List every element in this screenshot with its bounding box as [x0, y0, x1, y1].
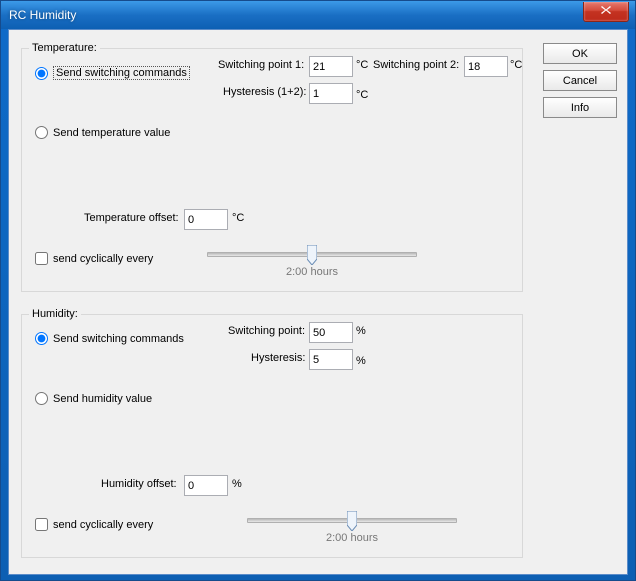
hum-sp-unit: %	[356, 325, 366, 337]
hum-cyclic-slider[interactable]: 2:00 hours	[247, 510, 457, 523]
hum-hyst-label: Hysteresis:	[251, 352, 305, 364]
hum-sp-input[interactable]	[309, 322, 353, 343]
temp-sp1-unit: °C	[356, 59, 368, 71]
temp-slider-value: 2:00 hours	[207, 266, 417, 278]
temp-sp1-input[interactable]	[309, 56, 353, 77]
title-bar: RC Humidity	[1, 1, 635, 29]
temp-radio-switching-input[interactable]	[35, 67, 48, 80]
close-icon	[600, 5, 612, 18]
slider-thumb[interactable]	[307, 245, 317, 265]
temp-cyclic-check[interactable]: send cyclically every	[35, 252, 153, 265]
temp-offset-unit: °C	[232, 212, 244, 224]
hum-radio-value-input[interactable]	[35, 392, 48, 405]
hum-offset-input[interactable]	[184, 475, 228, 496]
ok-button[interactable]: OK	[543, 43, 617, 64]
hum-cyclic-check[interactable]: send cyclically every	[35, 518, 153, 531]
hum-hyst-unit: %	[356, 355, 366, 367]
hum-radio-switching-label: Send switching commands	[53, 333, 184, 345]
temp-hyst-label: Hysteresis (1+2):	[223, 86, 306, 98]
temp-sp2-unit: °C	[510, 59, 522, 71]
hum-offset-label: Humidity offset:	[101, 478, 177, 490]
temp-offset-input[interactable]	[184, 209, 228, 230]
humidity-group: Humidity: Send switching commands Switch…	[21, 308, 523, 558]
slider-track	[207, 252, 417, 257]
hum-radio-switching[interactable]: Send switching commands	[35, 332, 184, 345]
temp-radio-switching-label: Send switching commands	[53, 66, 190, 80]
hum-sp-label: Switching point:	[228, 325, 305, 337]
hum-cyclic-checkbox[interactable]	[35, 518, 48, 531]
hum-radio-value-label: Send humidity value	[53, 393, 152, 405]
temp-sp2-input[interactable]	[464, 56, 508, 77]
slider-thumb[interactable]	[347, 511, 357, 531]
info-button[interactable]: Info	[543, 97, 617, 118]
temp-sp1-label: Switching point 1:	[218, 59, 304, 71]
hum-offset-unit: %	[232, 478, 242, 490]
hum-hyst-input[interactable]	[309, 349, 353, 370]
temp-cyclic-slider[interactable]: 2:00 hours	[207, 244, 417, 257]
temp-radio-value-label: Send temperature value	[53, 127, 170, 139]
hum-radio-value[interactable]: Send humidity value	[35, 392, 152, 405]
temp-radio-value[interactable]: Send temperature value	[35, 126, 170, 139]
temp-hyst-input[interactable]	[309, 83, 353, 104]
window-title: RC Humidity	[9, 8, 76, 22]
temp-sp2-label: Switching point 2:	[373, 59, 459, 71]
hum-radio-switching-input[interactable]	[35, 332, 48, 345]
temp-cyclic-label: send cyclically every	[53, 253, 153, 265]
temp-radio-switching[interactable]: Send switching commands	[35, 66, 190, 80]
temp-radio-value-input[interactable]	[35, 126, 48, 139]
slider-track	[247, 518, 457, 523]
temp-offset-label: Temperature offset:	[84, 212, 179, 224]
temperature-legend: Temperature:	[29, 42, 100, 54]
dialog-window: RC Humidity OK Cancel Info Temperature: …	[0, 0, 636, 581]
temp-cyclic-checkbox[interactable]	[35, 252, 48, 265]
hum-cyclic-label: send cyclically every	[53, 519, 153, 531]
close-button[interactable]	[583, 2, 629, 22]
temperature-group: Temperature: Send switching commands Swi…	[21, 42, 523, 292]
cancel-button[interactable]: Cancel	[543, 70, 617, 91]
hum-slider-value: 2:00 hours	[247, 532, 457, 544]
temp-hyst-unit: °C	[356, 89, 368, 101]
client-area: OK Cancel Info Temperature: Send switchi…	[8, 29, 628, 575]
humidity-legend: Humidity:	[29, 308, 81, 320]
